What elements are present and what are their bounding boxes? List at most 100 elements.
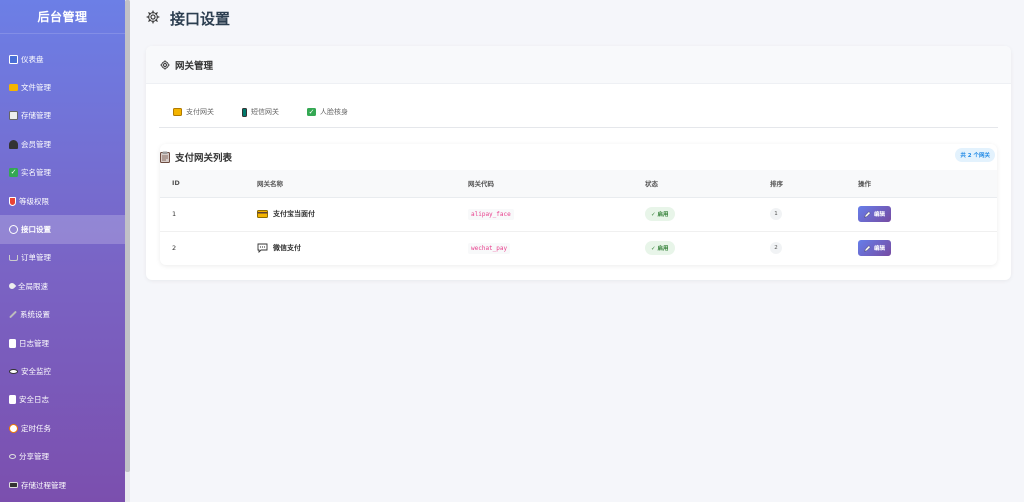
edit-button-label: 编辑: [874, 212, 886, 218]
rocket-icon: [7, 282, 17, 291]
sidebar-title: 后台管理: [0, 0, 125, 34]
sidebar-item-label: 分享管理: [19, 452, 49, 462]
sidebar-item-dashboard[interactable]: 仪表盘: [0, 45, 125, 73]
eye-icon: [9, 368, 18, 374]
page-title: 接口设置: [170, 10, 231, 28]
gateway-name: 微信支付: [257, 243, 456, 254]
card-title: 网关管理: [175, 60, 214, 72]
sort-order: 2: [770, 242, 782, 255]
tab-label: 支付网关: [186, 108, 214, 116]
gear-icon: [146, 9, 160, 28]
cart-icon: [9, 254, 18, 261]
sidebar-item-label: 订单管理: [21, 253, 51, 263]
column-header: 排序: [758, 170, 846, 198]
sidebar-item-label: 日志管理: [19, 338, 49, 348]
gateway-name: 支付宝当面付: [257, 209, 456, 219]
sidebar-item-orders[interactable]: 订单管理: [0, 244, 125, 272]
sidebar-item-label: 文件管理: [21, 83, 51, 93]
folder-icon: [9, 84, 18, 92]
users-icon: [9, 139, 18, 149]
list-title: 支付网关列表: [175, 153, 233, 164]
sidebar-item-api-settings[interactable]: 接口设置: [0, 215, 125, 244]
shield-icon: [9, 196, 16, 206]
sidebar-item-files[interactable]: 文件管理: [0, 73, 125, 101]
sidebar-item-logs[interactable]: 日志管理: [0, 329, 125, 357]
sidebar-item-security-logs[interactable]: 安全日志: [0, 386, 125, 414]
sidebar-item-label: 安全日志: [19, 395, 49, 405]
edit-button-label: 编辑: [874, 246, 886, 253]
computer-icon: [9, 482, 18, 489]
sidebar-item-label: 定时任务: [21, 423, 51, 433]
tab-face-verification[interactable]: ✓ 人脸核身: [307, 102, 348, 122]
phone-icon: [242, 107, 247, 117]
sidebar: 后台管理 仪表盘 文件管理 存储管理 会员管理 ✓ 实名管理 等级权限 接口设置: [0, 0, 125, 502]
gateway-table: ID 网关名称 网关代码 状态 排序 操作 1 支付宝当面付 alipay_fa…: [160, 170, 997, 265]
gear-icon: [160, 55, 170, 74]
column-header: ID: [160, 170, 245, 198]
column-header: 状态: [633, 170, 758, 198]
sidebar-item-label: 系统设置: [20, 310, 50, 320]
sidebar-item-label: 仪表盘: [21, 54, 44, 64]
column-header: 网关名称: [245, 170, 456, 198]
card-icon: [257, 210, 268, 218]
status-badge: ✓ 启用: [645, 241, 675, 256]
gateway-code: wechat_pay: [468, 243, 511, 255]
cell-id: 1: [160, 197, 245, 232]
sidebar-item-members[interactable]: 会员管理: [0, 130, 125, 158]
card-icon: [173, 108, 182, 116]
sidebar-item-shares[interactable]: 分享管理: [0, 442, 125, 470]
table-row: 2 微信支付 wechat_pay ✓ 启用 2 编辑: [160, 231, 997, 265]
sidebar-item-label: 等级权限: [19, 196, 49, 206]
chat-icon: [257, 243, 268, 254]
link-icon: [9, 454, 16, 460]
sidebar-item-rate-limit[interactable]: 全局限速: [0, 272, 125, 300]
sidebar-item-label: 全局限速: [18, 281, 48, 291]
sidebar-item-label: 会员管理: [21, 139, 51, 149]
gateway-management-card: 网关管理 支付网关 短信网关 ✓ 人脸核身 支付网关列表 共 2 个网关 ID …: [146, 46, 1011, 280]
sidebar-item-label: 实名管理: [21, 168, 51, 178]
sidebar-item-label: 存储管理: [21, 111, 51, 121]
sidebar-item-security-monitor[interactable]: 安全监控: [0, 357, 125, 385]
sidebar-nav: 仪表盘 文件管理 存储管理 会员管理 ✓ 实名管理 等级权限 接口设置 订单管理: [0, 34, 125, 499]
sidebar-item-label: 存储过程管理: [21, 480, 66, 490]
column-header: 操作: [846, 170, 997, 198]
storage-icon: [9, 111, 18, 121]
sidebar-item-storage[interactable]: 存储管理: [0, 102, 125, 130]
gear-icon: [9, 225, 18, 235]
check-icon: ✓: [307, 108, 316, 116]
gateway-tabs: 支付网关 短信网关 ✓ 人脸核身: [159, 102, 998, 128]
table-header-row: ID 网关名称 网关代码 状态 排序 操作: [160, 170, 997, 198]
clipboard-icon: [160, 151, 170, 163]
sort-order: 1: [770, 208, 782, 220]
sidebar-item-stored-procedures[interactable]: 存储过程管理: [0, 471, 125, 499]
tab-payment-gateway[interactable]: 支付网关: [173, 102, 214, 122]
check-icon: ✓: [9, 168, 18, 178]
sidebar-item-permissions[interactable]: 等级权限: [0, 187, 125, 215]
sidebar-item-scheduled-tasks[interactable]: 定时任务: [0, 414, 125, 442]
gateway-code: alipay_face: [468, 209, 514, 220]
chart-icon: [9, 54, 18, 64]
sidebar-item-label: 安全监控: [21, 366, 51, 376]
sidebar-item-system-settings[interactable]: 系统设置: [0, 301, 125, 329]
table-row: 1 支付宝当面付 alipay_face ✓ 启用 1 编辑: [160, 197, 997, 232]
pencil-icon: [864, 210, 871, 218]
main-content: 接口设置 网关管理 支付网关 短信网关 ✓ 人脸核身 支付网关列表 共 2 个网…: [130, 0, 1024, 502]
sidebar-item-label: 接口设置: [21, 225, 51, 235]
document-icon: [9, 395, 16, 405]
edit-button[interactable]: 编辑: [858, 206, 892, 222]
list-header: 支付网关列表 共 2 个网关: [160, 144, 997, 170]
sidebar-item-realname[interactable]: ✓ 实名管理: [0, 159, 125, 187]
page-header: 接口设置: [146, 8, 230, 29]
alarm-icon: [9, 423, 18, 433]
wrench-icon: [9, 310, 17, 319]
gateway-name-label: 微信支付: [273, 244, 301, 253]
pencil-icon: [864, 245, 871, 252]
tab-sms-gateway[interactable]: 短信网关: [242, 102, 279, 122]
tab-label: 人脸核身: [320, 108, 348, 116]
card-header: 网关管理: [146, 46, 1011, 84]
payment-gateway-list: 支付网关列表 共 2 个网关 ID 网关名称 网关代码 状态 排序 操作 1 支…: [160, 144, 997, 265]
edit-button[interactable]: 编辑: [858, 240, 892, 257]
tab-label: 短信网关: [251, 108, 279, 116]
count-badge: 共 2 个网关: [955, 148, 995, 162]
cell-id: 2: [172, 244, 177, 253]
